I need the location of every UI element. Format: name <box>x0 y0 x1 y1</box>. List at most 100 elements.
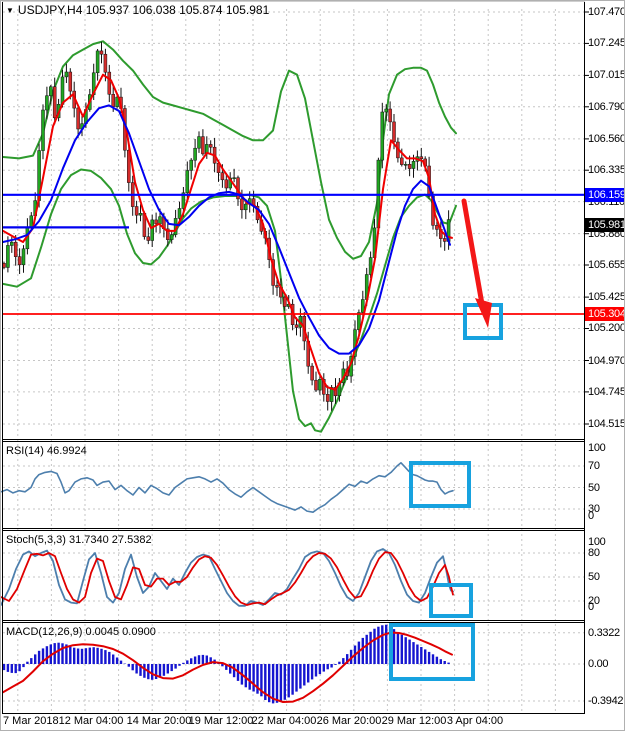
candle-down <box>146 236 151 241</box>
candle-down <box>435 225 439 230</box>
candle-down <box>442 238 447 242</box>
candle-down <box>208 144 213 148</box>
candle-down <box>201 136 205 155</box>
chart-canvas[interactable] <box>1 1 625 731</box>
price-tick-label: 106.335 <box>588 164 625 176</box>
candle-up <box>244 203 248 211</box>
candle-up <box>64 71 69 78</box>
candle-up <box>411 161 416 169</box>
candle-up <box>29 215 34 228</box>
candle-down <box>275 285 279 288</box>
price-tick-label: 104.515 <box>588 418 625 430</box>
candle-down <box>419 156 424 160</box>
stoch-tick-label: 80 <box>588 547 600 559</box>
price-tick-label: 104.745 <box>588 386 625 398</box>
candle-down <box>154 219 158 225</box>
candle-up <box>232 177 236 179</box>
symbol-dropdown-icon[interactable]: ▼ <box>6 5 14 17</box>
candle-down <box>107 71 112 95</box>
current-price-badge: 105.981 <box>585 218 624 232</box>
candle-down <box>13 241 18 257</box>
candle-down <box>99 50 104 55</box>
rsi-tick-label: 50 <box>588 482 600 494</box>
time-axis-label: 12 Mar 04:00 <box>58 715 124 727</box>
macd-tick-label: -0.3942 <box>588 695 624 707</box>
candle-down <box>103 53 108 73</box>
candle-up <box>60 76 65 105</box>
price-tick-label: 104.970 <box>588 355 625 367</box>
candle-up <box>49 86 53 97</box>
macd-tick-label: 0.3322 <box>588 627 620 639</box>
time-axis-label: 3 Apr 04:00 <box>446 715 504 727</box>
rsi-tick-label: 0 <box>588 510 594 522</box>
candle-up <box>150 219 154 241</box>
chart-window: ▼ USDJPY,H4 105.937 106.038 105.874 105.9… <box>0 0 625 731</box>
candle-down <box>407 164 412 169</box>
candle-down <box>388 108 392 123</box>
candle-up <box>6 245 10 268</box>
candle-down <box>134 206 139 216</box>
time-axis-label: 29 Mar 12:00 <box>381 715 447 727</box>
candle-up <box>158 216 162 225</box>
candle-up <box>138 213 143 216</box>
time-axis-label: 7 Mar 2018 <box>3 715 59 727</box>
price-tick-label: 105.655 <box>588 259 625 271</box>
price-tick-label: 107.470 <box>588 6 625 18</box>
price-tick-label: 105.425 <box>588 291 625 303</box>
candle-down <box>240 198 244 211</box>
analysis-arrow-head[interactable] <box>475 298 492 328</box>
macd-label: MACD(12,26,9) 0.0045 0.0900 <box>6 626 156 638</box>
price-tick-label: 106.560 <box>588 133 625 145</box>
candle-down <box>400 157 404 165</box>
candle-down <box>392 121 396 143</box>
candle-up <box>41 109 45 151</box>
candle-up <box>380 111 385 161</box>
support-price-badge: 105.304 <box>585 307 624 321</box>
candle-down <box>325 394 330 402</box>
candle-down <box>76 107 80 130</box>
candle-down <box>314 379 318 391</box>
candle-up <box>169 234 174 240</box>
candle-up <box>403 164 408 166</box>
price-tick-label: 105.200 <box>588 322 625 334</box>
candle-down <box>68 71 73 92</box>
stoch-label: Stoch(5,3,3) 31.7340 27.5382 <box>6 534 152 546</box>
candle-down <box>220 172 225 181</box>
candle-up <box>21 248 26 266</box>
time-axis-label: 19 Mar 12:00 <box>188 715 254 727</box>
candle-up <box>318 379 322 391</box>
price-tick-label: 107.245 <box>588 37 625 49</box>
candle-down <box>294 324 299 328</box>
price-tick-label: 106.790 <box>588 101 625 113</box>
chart-title-text: USDJPY,H4 105.937 106.038 105.874 105.98… <box>17 3 270 17</box>
price-tick-label: 107.015 <box>588 69 625 81</box>
candle-up <box>95 50 100 74</box>
time-axis-label: 26 Mar 20:00 <box>316 715 382 727</box>
candle-down <box>111 94 115 107</box>
candle-up <box>193 147 197 161</box>
candle-down <box>52 86 57 119</box>
candle-up <box>185 170 190 194</box>
rsi-tick-label: 100 <box>588 442 606 454</box>
candle-up <box>45 95 49 111</box>
candle-up <box>384 108 388 113</box>
candle-up <box>177 208 182 219</box>
rsi-tick-label: 70 <box>588 460 600 472</box>
candle-down <box>17 256 22 266</box>
candle-down <box>224 179 229 189</box>
analysis-rect-rsi[interactable] <box>409 461 471 508</box>
candle-up <box>10 241 14 246</box>
chart-title: ▼ USDJPY,H4 105.937 106.038 105.874 105.9… <box>6 4 269 17</box>
candle-down <box>283 296 287 307</box>
resistance-price-badge: 106.159 <box>585 188 624 202</box>
rsi-label: RSI(14) 46.9924 <box>6 445 87 457</box>
stoch-tick-label: 0 <box>588 601 594 613</box>
candle-up <box>197 136 201 149</box>
stoch-tick-label: 50 <box>588 571 600 583</box>
analysis-arrow-shaft <box>461 198 485 307</box>
time-axis-label: 14 Mar 20:00 <box>126 715 192 727</box>
candle-up <box>189 159 193 171</box>
candle-down <box>310 365 314 381</box>
macd-tick-label: 0.00 <box>588 658 609 670</box>
time-axis-label: 22 Mar 04:00 <box>251 715 317 727</box>
